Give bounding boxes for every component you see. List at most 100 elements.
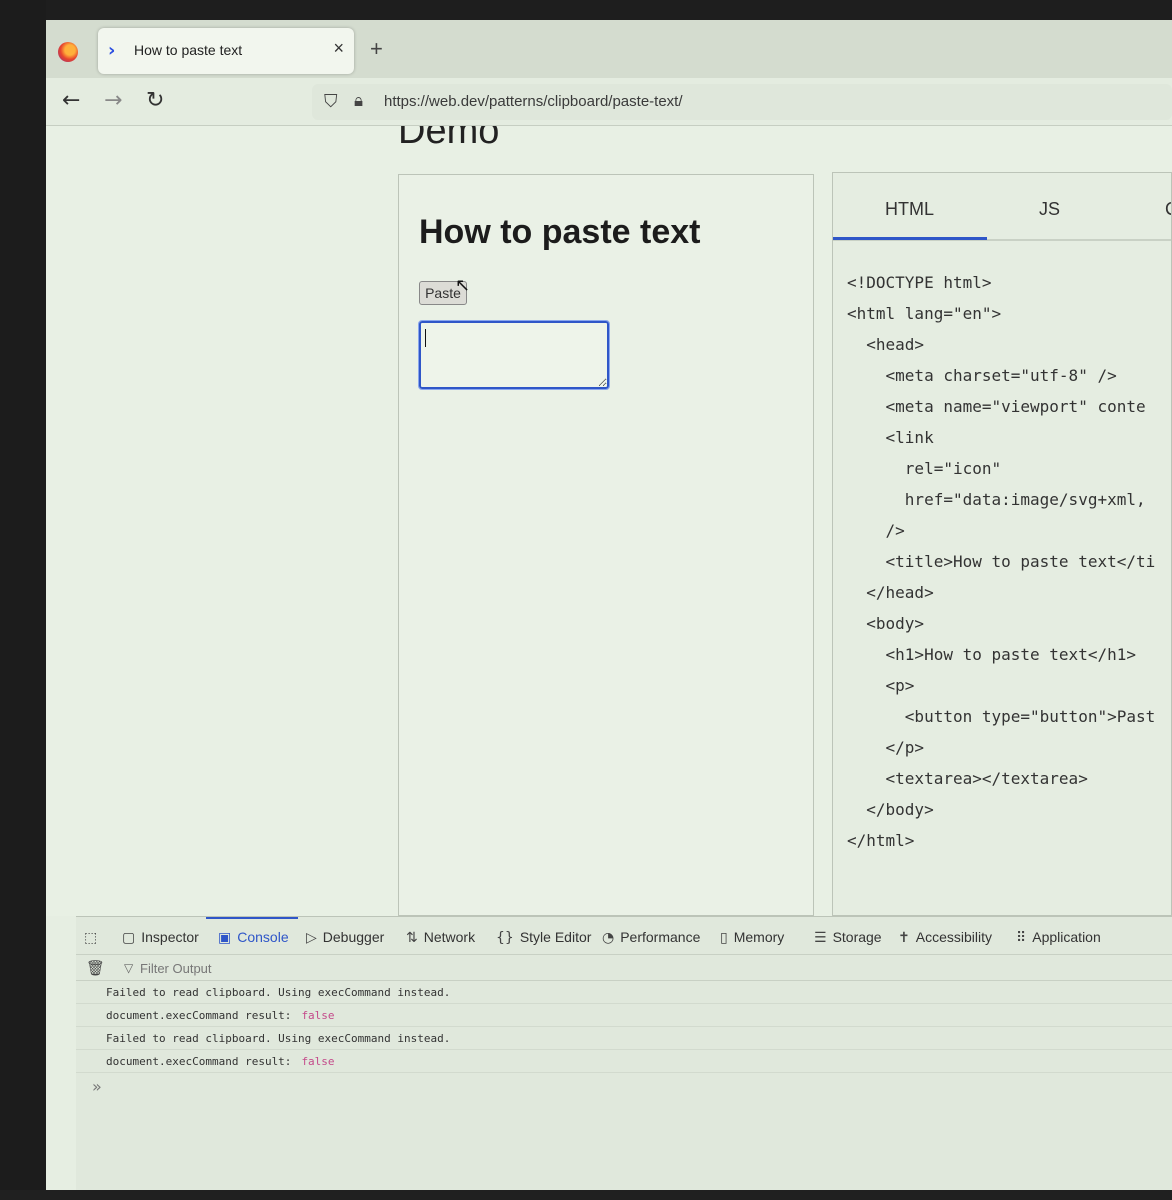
devtools-panel: ⬚ ▢ Inspector ▣ Console ▷ Debugger ⇅ Network {} S… xyxy=(76,916,1172,1190)
devtools-tab-memory[interactable]: ▯ Memory xyxy=(720,929,784,946)
tab-strip: › How to paste text × + xyxy=(46,20,1172,78)
new-tab-button[interactable]: + xyxy=(370,36,383,62)
reload-icon[interactable]: ↻ xyxy=(146,88,164,113)
section-heading: Demo xyxy=(398,126,500,152)
console-message-text: document.execCommand result: xyxy=(106,1055,292,1068)
code-line: <meta charset="utf-8" /> xyxy=(847,366,1117,385)
console-message-value[interactable]: false xyxy=(301,1055,334,1068)
code-listing: <!DOCTYPE html> <html lang="en"> <head> <… xyxy=(847,267,1155,856)
arrow-right-icon[interactable]: → xyxy=(104,88,122,113)
tab-js[interactable]: JS xyxy=(1039,199,1060,220)
inspector-icon: ▢ xyxy=(122,930,136,946)
devtools-tab-accessibility[interactable]: ✝ Accessibility xyxy=(898,929,992,946)
style-editor-icon: {} xyxy=(496,930,514,946)
code-line: <html lang="en"> xyxy=(847,304,1002,323)
network-icon: ⇅ xyxy=(406,930,418,946)
code-line: </html> xyxy=(847,831,915,850)
devtools-tab-label: Performance xyxy=(620,929,701,945)
mouse-cursor-icon: ↖ xyxy=(455,275,471,296)
debugger-icon: ▷ xyxy=(306,930,317,946)
browser-window: › How to paste text × + ← → ↻ ⛉ 🔒︎ https… xyxy=(46,20,1172,1190)
devtools-tab-storage[interactable]: ☰ Storage xyxy=(814,929,882,946)
active-tab-indicator xyxy=(833,237,987,240)
navigation-bar: ← → ↻ ⛉ 🔒︎ https://web.dev/patterns/clip… xyxy=(46,78,1172,126)
code-line: <link xyxy=(847,428,934,447)
monitor-bezel-bottom xyxy=(0,1190,1172,1200)
console-message-value[interactable]: false xyxy=(301,1009,334,1022)
close-tab-icon[interactable]: × xyxy=(333,38,344,59)
devtools-tab-style-editor[interactable]: {} Style Editor xyxy=(496,929,591,946)
storage-icon: ☰ xyxy=(814,930,827,946)
arrow-left-icon[interactable]: ← xyxy=(62,88,80,113)
code-line: <body> xyxy=(847,614,925,633)
code-line: <!DOCTYPE html> xyxy=(847,273,992,292)
console-prompt-icon[interactable]: » xyxy=(92,1077,102,1096)
code-line: </head> xyxy=(847,583,934,602)
code-line: href="data:image/svg+xml, xyxy=(847,490,1146,509)
console-message: document.execCommand result: false xyxy=(76,1050,1172,1073)
code-tab-bar: HTML JS C xyxy=(833,173,1171,241)
devtools-tab-label: Application xyxy=(1032,929,1101,945)
devtools-toolbar: ⬚ ▢ Inspector ▣ Console ▷ Debugger ⇅ Network {} S… xyxy=(76,917,1172,955)
devtools-tab-label: Debugger xyxy=(322,929,385,945)
accessibility-icon: ✝ xyxy=(898,930,910,946)
demo-heading: How to paste text xyxy=(419,213,701,251)
code-line: <button type="button">Past xyxy=(847,707,1156,726)
monitor-bezel-left xyxy=(0,0,46,1200)
devtools-tab-label: Style Editor xyxy=(519,929,592,945)
memory-icon: ▯ xyxy=(720,930,728,946)
code-line: </p> xyxy=(847,738,925,757)
active-devtools-tab-indicator xyxy=(206,917,298,919)
devtools-tab-label: Network xyxy=(423,929,476,945)
devtools-tab-inspector[interactable]: ▢ Inspector xyxy=(122,929,199,946)
devtools-tab-label: Inspector xyxy=(141,929,199,945)
browser-tab[interactable]: › How to paste text × xyxy=(98,28,354,74)
page-content: Demo How to paste text Paste ↖ HTML JS C… xyxy=(46,126,1172,916)
element-picker-icon[interactable]: ⬚ xyxy=(84,929,103,946)
firefox-logo-icon[interactable] xyxy=(58,42,78,62)
console-filter-bar: 🗑︎ ▽ Filter Output xyxy=(76,955,1172,981)
code-line: /> xyxy=(847,521,905,540)
devtools-tab-debugger[interactable]: ▷ Debugger xyxy=(306,929,384,946)
text-caret xyxy=(425,329,426,347)
console-message: Failed to read clipboard. Using execComm… xyxy=(76,1027,1172,1050)
web-dev-favicon-icon: › xyxy=(108,40,116,61)
paste-textarea[interactable] xyxy=(418,320,610,390)
filter-output-input[interactable]: Filter Output xyxy=(140,961,212,976)
console-output: Failed to read clipboard. Using execComm… xyxy=(76,981,1172,1073)
console-message-text: Failed to read clipboard. Using execComm… xyxy=(106,986,451,999)
trash-icon[interactable]: 🗑︎ xyxy=(86,959,105,977)
code-line: </body> xyxy=(847,800,934,819)
lock-icon[interactable]: 🔒︎ xyxy=(354,91,363,111)
monitor-bezel-top xyxy=(0,0,1172,20)
code-line: <h1>How to paste text</h1> xyxy=(847,645,1136,664)
code-line: rel="icon" xyxy=(847,459,1002,478)
devtools-tab-network[interactable]: ⇅ Network xyxy=(406,929,475,946)
console-message-text: document.execCommand result: xyxy=(106,1009,292,1022)
code-line: <textarea></textarea> xyxy=(847,769,1088,788)
devtools-tab-label: Storage xyxy=(832,929,882,945)
console-icon: ▣ xyxy=(218,930,232,946)
url-text[interactable]: https://web.dev/patterns/clipboard/paste… xyxy=(384,93,683,110)
demo-frame: How to paste text Paste ↖ xyxy=(398,174,814,916)
code-line: <title>How to paste text</ti xyxy=(847,552,1156,571)
devtools-tab-performance[interactable]: ◔ Performance xyxy=(602,929,700,946)
devtools-tab-console[interactable]: ▣ Console xyxy=(218,929,289,946)
url-bar[interactable]: ⛉ 🔒︎ https://web.dev/patterns/clipboard/… xyxy=(312,84,1172,120)
code-panel: HTML JS C <!DOCTYPE html> <html lang="en"… xyxy=(832,172,1172,916)
devtools-tab-label: Memory xyxy=(733,929,785,945)
code-line: <p> xyxy=(847,676,915,695)
shield-icon[interactable]: ⛉ xyxy=(324,91,338,112)
console-message-text: Failed to read clipboard. Using execComm… xyxy=(106,1032,451,1045)
performance-icon: ◔ xyxy=(602,930,615,946)
filter-icon: ▽ xyxy=(124,961,134,975)
devtools-tab-application[interactable]: ⠿ Application xyxy=(1016,929,1101,946)
code-line: <head> xyxy=(847,335,925,354)
application-icon: ⠿ xyxy=(1016,930,1027,946)
code-line: <meta name="viewport" conte xyxy=(847,397,1146,416)
devtools-tab-label: Accessibility xyxy=(915,929,992,945)
devtools-tab-label: Console xyxy=(237,929,289,945)
tab-css[interactable]: C xyxy=(1165,199,1171,220)
console-message: document.execCommand result: false xyxy=(76,1004,1172,1027)
tab-html[interactable]: HTML xyxy=(885,199,934,220)
